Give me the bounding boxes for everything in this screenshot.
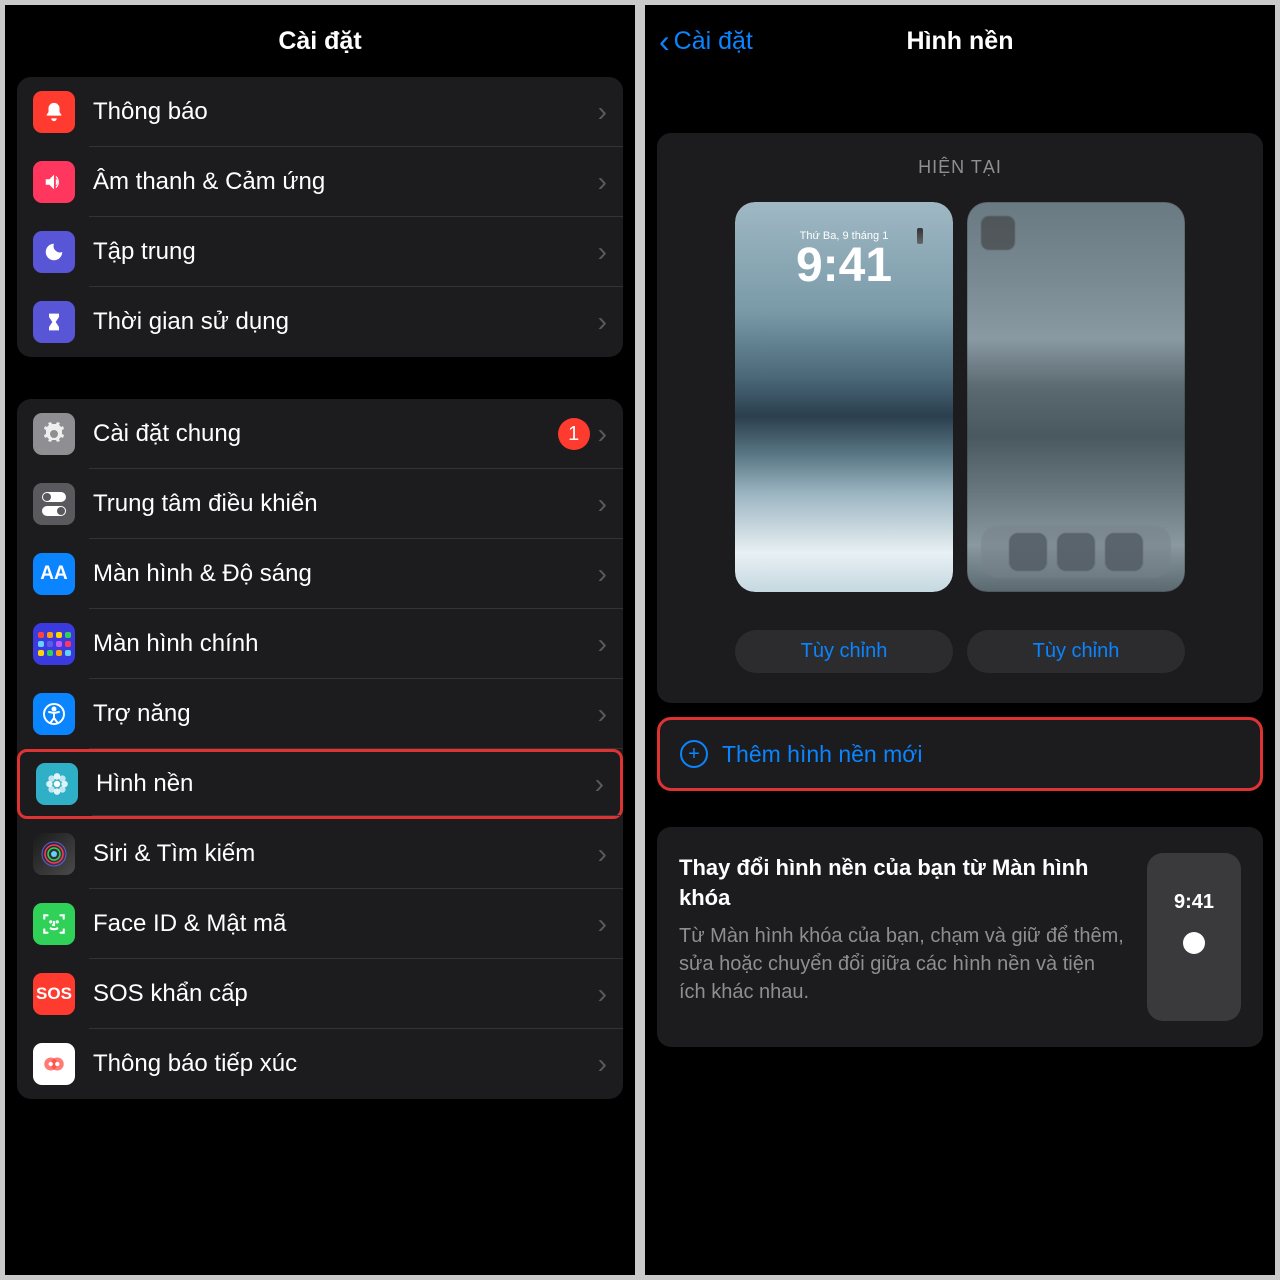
- home-widget: [981, 216, 1015, 250]
- hourglass-icon: [33, 301, 75, 343]
- item-label: Siri & Tìm kiếm: [93, 840, 590, 868]
- chevron-right-icon: ›: [598, 236, 607, 268]
- header-title: Cài đặt: [5, 5, 635, 77]
- item-label: Cài đặt chung: [93, 420, 558, 448]
- chevron-right-icon: ›: [598, 698, 607, 730]
- sos-icon: SOS: [33, 973, 75, 1015]
- item-label: Face ID & Mật mã: [93, 910, 590, 938]
- tip-title: Thay đổi hình nền của bạn từ Màn hình kh…: [679, 853, 1127, 912]
- tip-card: Thay đổi hình nền của bạn từ Màn hình kh…: [657, 827, 1263, 1047]
- settings-item-siri[interactable]: Siri & Tìm kiếm ›: [17, 819, 623, 889]
- item-label: Hình nền: [96, 770, 587, 798]
- chevron-right-icon: ›: [598, 838, 607, 870]
- settings-item-sounds[interactable]: Âm thanh & Cảm ứng ›: [17, 147, 623, 217]
- lockscreen-image: Thứ Ba, 9 tháng 1 9:41: [735, 202, 953, 592]
- item-label: SOS khẩn cấp: [93, 980, 590, 1008]
- homescreen-image: [967, 202, 1185, 592]
- tip-phone-illustration: 9:41: [1147, 853, 1241, 1021]
- item-label: Âm thanh & Cảm ứng: [93, 168, 590, 196]
- settings-item-faceid[interactable]: Face ID & Mật mã ›: [17, 889, 623, 959]
- add-label: Thêm hình nền mới: [722, 741, 922, 768]
- settings-item-focus[interactable]: Tập trung ›: [17, 217, 623, 287]
- wallpaper-panel: ‹ Cài đặt Hình nền HIỆN TẠI Thứ Ba, 9 th…: [645, 5, 1275, 1275]
- toggles-icon: [33, 483, 75, 525]
- customize-homescreen-button[interactable]: Tùy chỉnh: [967, 630, 1185, 673]
- add-wallpaper-button[interactable]: + Thêm hình nền mới: [657, 717, 1263, 791]
- lock-time-display: Thứ Ba, 9 tháng 1 9:41: [735, 230, 953, 290]
- settings-item-accessibility[interactable]: Trợ năng ›: [17, 679, 623, 749]
- lock-clock: 9:41: [735, 242, 953, 290]
- settings-item-notifications[interactable]: Thông báo ›: [17, 77, 623, 147]
- chevron-left-icon: ‹: [659, 23, 670, 60]
- notification-badge: 1: [558, 418, 590, 450]
- item-label: Thông báo: [93, 98, 590, 126]
- chevron-right-icon: ›: [598, 978, 607, 1010]
- settings-item-sos[interactable]: SOS SOS khẩn cấp ›: [17, 959, 623, 1029]
- chevron-right-icon: ›: [598, 628, 607, 660]
- nav-bar: ‹ Cài đặt Hình nền: [645, 5, 1275, 77]
- moon-icon: [33, 231, 75, 273]
- back-label: Cài đặt: [674, 27, 753, 56]
- tip-phone-time: 9:41: [1174, 891, 1214, 914]
- lockscreen-preview[interactable]: Thứ Ba, 9 tháng 1 9:41: [735, 202, 953, 592]
- item-label: Màn hình & Độ sáng: [93, 560, 590, 588]
- tip-description: Từ Màn hình khóa của bạn, chạm và giữ để…: [679, 922, 1127, 1006]
- chevron-right-icon: ›: [598, 166, 607, 198]
- settings-item-screentime[interactable]: Thời gian sử dụng ›: [17, 287, 623, 357]
- settings-item-control[interactable]: Trung tâm điều khiển ›: [17, 469, 623, 539]
- accessibility-icon: [33, 693, 75, 735]
- item-label: Tập trung: [93, 238, 590, 266]
- settings-item-home[interactable]: Màn hình chính ›: [17, 609, 623, 679]
- dock: [981, 526, 1171, 578]
- current-wallpaper-section: HIỆN TẠI Thứ Ba, 9 tháng 1 9:41: [657, 133, 1263, 703]
- back-button[interactable]: ‹ Cài đặt: [659, 23, 753, 60]
- settings-group-2: Cài đặt chung 1 › Trung tâm điều khiển ›…: [17, 399, 623, 1099]
- home-grid-icon: [33, 623, 75, 665]
- face-id-icon: [33, 903, 75, 945]
- chevron-right-icon: ›: [598, 306, 607, 338]
- settings-item-general[interactable]: Cài đặt chung 1 ›: [17, 399, 623, 469]
- settings-item-wallpaper[interactable]: Hình nền ›: [17, 749, 623, 819]
- item-label: Trợ năng: [93, 700, 590, 728]
- plus-circle-icon: +: [680, 740, 708, 768]
- chevron-right-icon: ›: [598, 96, 607, 128]
- chevron-right-icon: ›: [595, 768, 604, 800]
- item-label: Trung tâm điều khiển: [93, 490, 590, 518]
- homescreen-preview[interactable]: [967, 202, 1185, 592]
- bell-icon: [33, 91, 75, 133]
- chevron-right-icon: ›: [598, 418, 607, 450]
- settings-group-1: Thông báo › Âm thanh & Cảm ứng › Tập tru…: [17, 77, 623, 357]
- item-label: Thông báo tiếp xúc: [93, 1050, 590, 1078]
- chevron-right-icon: ›: [598, 1048, 607, 1080]
- chevron-right-icon: ›: [598, 558, 607, 590]
- exposure-icon: [33, 1043, 75, 1085]
- settings-item-display[interactable]: AA Màn hình & Độ sáng ›: [17, 539, 623, 609]
- tip-phone-dot: [1183, 932, 1205, 954]
- gear-icon: [33, 413, 75, 455]
- chevron-right-icon: ›: [598, 488, 607, 520]
- section-title: HIỆN TẠI: [677, 157, 1243, 178]
- chevron-right-icon: ›: [598, 908, 607, 940]
- wallpaper-previews: Thứ Ba, 9 tháng 1 9:41: [677, 202, 1243, 592]
- item-label: Màn hình chính: [93, 630, 590, 658]
- flower-icon: [36, 763, 78, 805]
- text-size-icon: AA: [33, 553, 75, 595]
- speaker-icon: [33, 161, 75, 203]
- siri-icon: [33, 833, 75, 875]
- settings-item-exposure[interactable]: Thông báo tiếp xúc ›: [17, 1029, 623, 1099]
- settings-panel: Cài đặt Thông báo › Âm thanh & Cảm ứng ›…: [5, 5, 635, 1275]
- customize-lockscreen-button[interactable]: Tùy chỉnh: [735, 630, 953, 673]
- item-label: Thời gian sử dụng: [93, 308, 590, 336]
